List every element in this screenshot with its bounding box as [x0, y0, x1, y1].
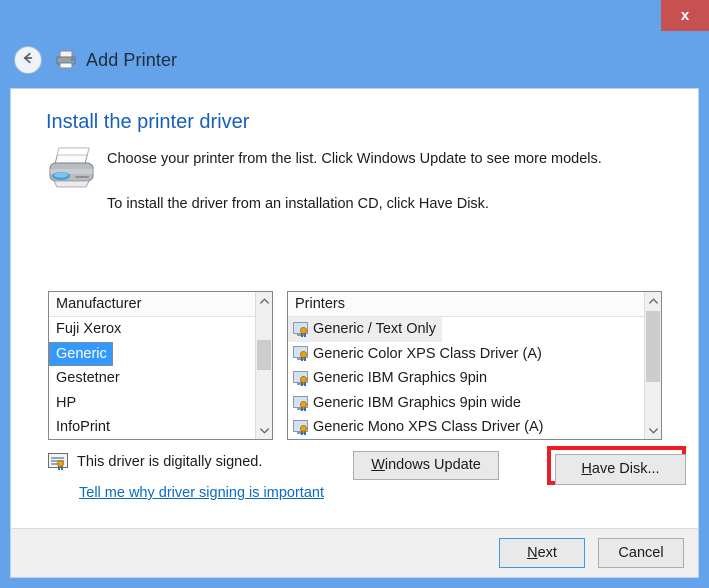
printer-label: Generic Color XPS Class Driver (A) — [313, 345, 542, 362]
windows-update-accel: W — [371, 457, 385, 474]
back-button[interactable] — [14, 46, 42, 74]
scroll-up-icon[interactable] — [645, 292, 661, 309]
printer-icon — [55, 50, 77, 70]
printers-scrollbar-thumb[interactable] — [646, 311, 660, 382]
next-accel: N — [527, 544, 538, 561]
windows-update-label: indows Update — [384, 457, 481, 474]
manufacturer-listbox-inner: Manufacturer Fuji Xerox Generic Gestetne… — [49, 292, 255, 439]
driver-signing-info-link[interactable]: Tell me why driver signing is important — [79, 485, 324, 501]
printer-label: Generic IBM Graphics 9pin — [313, 370, 488, 387]
list-item[interactable]: HP — [49, 391, 76, 416]
add-printer-window: x Add Printer Install the printer driver… — [0, 0, 709, 588]
printers-column-header: Printers — [288, 292, 644, 317]
have-disk-button[interactable]: Have Disk... — [555, 454, 686, 485]
close-button[interactable]: x — [661, 0, 709, 31]
list-item[interactable]: Gestetner — [49, 366, 120, 391]
scroll-down-icon[interactable] — [645, 422, 661, 439]
page-title: Install the printer driver — [46, 111, 250, 133]
next-button[interactable]: Next — [499, 538, 585, 568]
list-item[interactable]: Generic Color XPS Class Driver (A) — [288, 342, 542, 367]
printers-listbox-inner: Printers Generic / Text Only Generic Col… — [288, 292, 644, 439]
driver-certificate-icon — [293, 370, 310, 386]
wizard-footer: Next Cancel — [10, 528, 699, 578]
driver-certificate-icon — [293, 420, 310, 436]
list-item[interactable]: Fuji Xerox — [49, 317, 121, 342]
intro-text-line-2: To install the driver from an installati… — [107, 196, 489, 212]
titlebar-nav-row: Add Printer — [14, 46, 177, 74]
list-item-selected[interactable]: Generic — [49, 341, 113, 367]
list-item[interactable]: InfoPrint — [49, 415, 110, 439]
wizard-content-panel: Install the printer driver Choose your p… — [10, 88, 699, 528]
have-disk-highlight: Have Disk... — [547, 446, 686, 485]
have-disk-label: ave Disk... — [591, 461, 660, 478]
manufacturer-listbox[interactable]: Manufacturer Fuji Xerox Generic Gestetne… — [48, 291, 273, 440]
driver-certificate-icon — [293, 321, 310, 337]
cancel-button[interactable]: Cancel — [598, 538, 684, 568]
manufacturer-items: Fuji Xerox Generic Gestetner HP InfoPrin… — [49, 317, 255, 439]
driver-certificate-icon — [293, 346, 310, 362]
manufacturer-label: HP — [56, 394, 77, 411]
manufacturer-scrollbar[interactable] — [255, 292, 272, 439]
printer-illustration-icon — [45, 145, 99, 191]
printers-scrollbar[interactable] — [644, 292, 661, 439]
back-arrow-icon — [20, 50, 36, 71]
windows-update-button[interactable]: Windows Update — [353, 451, 499, 480]
intro-text-line-1: Choose your printer from the list. Click… — [107, 151, 602, 167]
driver-signature-row: This driver is digitally signed. — [48, 453, 262, 470]
window-title: Add Printer — [86, 49, 178, 70]
manufacturer-column-header: Manufacturer — [49, 292, 255, 317]
next-label: ext — [537, 544, 557, 561]
manufacturer-label: Fuji Xerox — [56, 321, 122, 337]
list-item[interactable]: Generic IBM Graphics 9pin wide — [288, 391, 521, 416]
window-titlebar: x Add Printer — [0, 0, 709, 88]
printer-label: Generic / Text Only — [313, 321, 437, 337]
manufacturer-scrollbar-thumb[interactable] — [257, 340, 271, 370]
manufacturer-label: Gestetner — [56, 370, 120, 387]
scroll-down-icon[interactable] — [256, 422, 272, 439]
list-item[interactable]: Generic IBM Graphics 9pin — [288, 366, 487, 391]
driver-signature-text: This driver is digitally signed. — [77, 453, 263, 470]
printer-label: Generic Mono XPS Class Driver (A) — [313, 419, 544, 436]
list-item-selected[interactable]: Generic / Text Only — [288, 317, 443, 342]
printers-listbox[interactable]: Printers Generic / Text Only Generic Col… — [287, 291, 662, 440]
manufacturer-label: InfoPrint — [56, 419, 110, 436]
printer-items: Generic / Text Only Generic Color XPS Cl… — [288, 317, 644, 439]
printer-label: Generic IBM Graphics 9pin wide — [313, 394, 521, 411]
list-item[interactable]: Generic Mono XPS Class Driver (A) — [288, 415, 543, 439]
have-disk-accel: H — [581, 461, 592, 478]
certificate-icon — [48, 453, 68, 470]
scroll-up-icon[interactable] — [256, 292, 272, 309]
manufacturer-label: Generic — [56, 345, 107, 362]
driver-certificate-icon — [293, 395, 310, 411]
